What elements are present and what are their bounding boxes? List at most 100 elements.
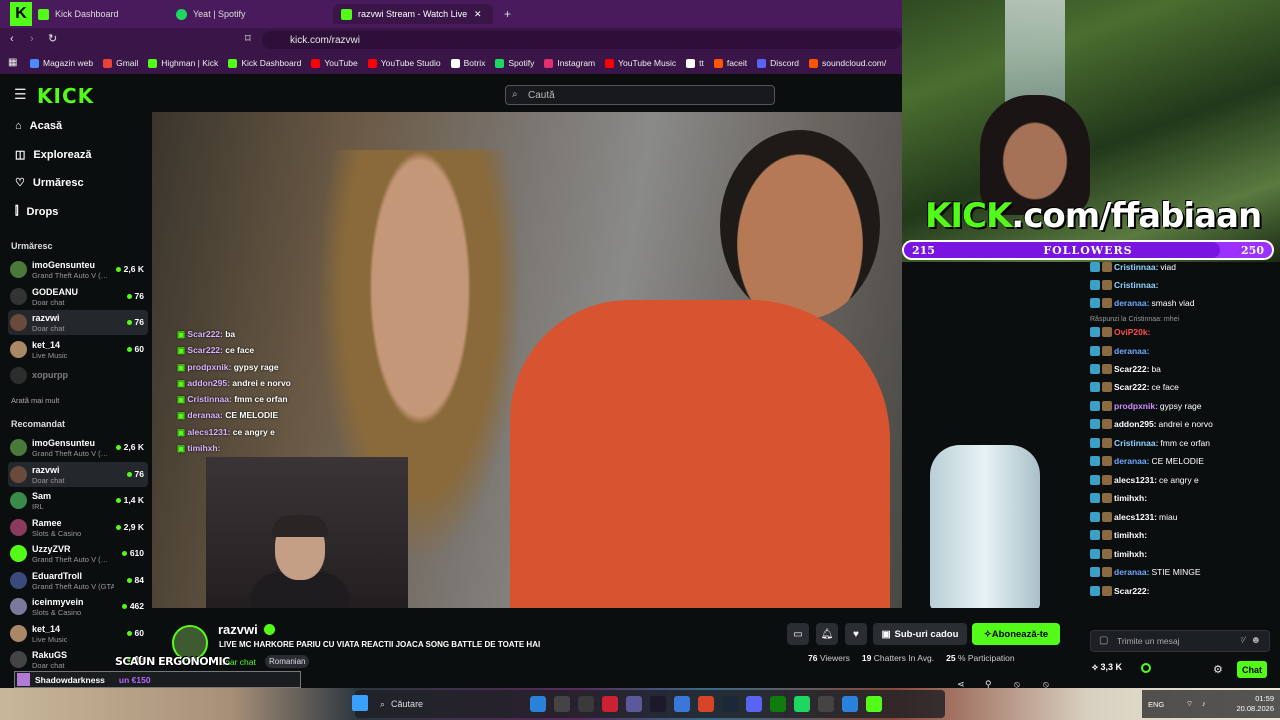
settings-gear-icon[interactable]: ⚙ bbox=[1213, 663, 1223, 676]
points-claim-icon[interactable] bbox=[1141, 663, 1151, 673]
obs-icon[interactable] bbox=[554, 696, 570, 712]
discord-icon[interactable] bbox=[626, 696, 642, 712]
channel-item[interactable]: razvwi Doar chat 76 bbox=[8, 310, 148, 335]
search-input[interactable]: ⌕ Caută bbox=[505, 85, 775, 105]
bookmark-item[interactable]: soundcloud.com/ bbox=[808, 58, 886, 68]
xbox-icon[interactable] bbox=[770, 696, 786, 712]
notification-bell-icon[interactable]: 🔔︎ bbox=[816, 623, 838, 645]
channel-item[interactable]: EduardTroll Grand Theft Auto V (GTA) 84 bbox=[8, 568, 148, 593]
show-more-link[interactable]: Arată mai mult bbox=[11, 396, 59, 405]
url-input[interactable]: kick.com/razvwi bbox=[262, 31, 902, 49]
channel-item[interactable]: Ramee Slots & Casino 2,9 K bbox=[8, 515, 148, 540]
wifi-icon[interactable]: ⌔ bbox=[1186, 699, 1193, 709]
channel-item[interactable]: ket_14 Live Music 60 bbox=[8, 621, 148, 646]
explorer-icon[interactable] bbox=[842, 696, 858, 712]
channel-item[interactable]: razvwi Doar chat 76 bbox=[8, 461, 148, 487]
channel-item[interactable]: Sam IRL 1,4 K bbox=[8, 488, 148, 513]
chat-username[interactable]: timihxh: bbox=[1114, 530, 1147, 540]
chat-username[interactable]: Cristinnaa: bbox=[1114, 438, 1158, 448]
channel-item[interactable]: UzzyZVR Grand Theft Auto V (… 610 bbox=[8, 541, 148, 566]
chat-username[interactable]: Scar222: bbox=[1114, 586, 1149, 596]
chat-username[interactable]: addon295: bbox=[1114, 419, 1157, 429]
bookmark-item[interactable]: Instagram bbox=[544, 58, 595, 68]
chat-username[interactable]: Cristinnaa: bbox=[1114, 280, 1158, 290]
nav-heart[interactable]: ♡ Urmăresc bbox=[15, 176, 84, 190]
nav-drops[interactable]: ⫿ Drops bbox=[15, 205, 58, 218]
chat-username[interactable]: timihxh: bbox=[1114, 493, 1147, 503]
bookmark-item[interactable]: YouTube bbox=[311, 58, 358, 68]
bookmark-item[interactable]: Spotify bbox=[495, 58, 534, 68]
new-tab-button[interactable]: + bbox=[496, 4, 519, 24]
gifter-badge-icon bbox=[1102, 586, 1112, 596]
chat-input[interactable]: ▢ Trimite un mesaj ⁷⁄ ☻ bbox=[1090, 630, 1270, 652]
chat-username[interactable]: deranaa: bbox=[1114, 346, 1149, 356]
language-indicator[interactable]: ENG bbox=[1148, 700, 1164, 709]
chat-username[interactable]: Cristinnaa: bbox=[1114, 262, 1158, 272]
apps-grid-icon[interactable]: ▦ bbox=[8, 57, 17, 68]
chat-send-button[interactable]: Chat bbox=[1237, 661, 1267, 678]
bookmark-item[interactable]: Botrix bbox=[450, 58, 485, 68]
channel-points[interactable]: ⟡ 3,3 K bbox=[1092, 662, 1122, 673]
tab-kick-dashboard[interactable]: Kick Dashboard bbox=[30, 4, 165, 24]
forward-icon[interactable]: › bbox=[30, 33, 34, 45]
bookmark-item[interactable]: YouTube Music bbox=[605, 58, 676, 68]
chat-username[interactable]: timihxh: bbox=[1114, 549, 1147, 559]
chat-username[interactable]: deranaa: bbox=[1114, 456, 1149, 466]
tab-razvwi-stream[interactable]: razvwi Stream - Watch Live on Kick ✕ bbox=[333, 4, 493, 24]
channel-item[interactable]: xopurpp bbox=[8, 363, 148, 388]
streamer-name[interactable]: razvwi bbox=[218, 622, 275, 637]
bookmark-item[interactable]: YouTube Studio bbox=[367, 58, 441, 68]
follow-heart-icon[interactable]: ♥ bbox=[845, 623, 867, 645]
gift-subs-button[interactable]: ▣ Sub-uri cadou bbox=[873, 623, 967, 645]
bookmark-item[interactable]: Kick Dashboard bbox=[228, 58, 301, 68]
kick-logo[interactable]: KICK bbox=[37, 84, 94, 108]
channel-item[interactable]: iceinmyvein Slots & Casino 462 bbox=[8, 594, 148, 619]
chat-username[interactable]: Scar222: bbox=[1114, 382, 1149, 392]
terminal-icon[interactable] bbox=[650, 696, 666, 712]
chat-username[interactable]: alecs1231: bbox=[1114, 512, 1157, 522]
windows-start-icon[interactable] bbox=[352, 695, 368, 711]
kick-app-icon[interactable] bbox=[866, 696, 882, 712]
volume-icon[interactable]: ♪ bbox=[1202, 699, 1206, 708]
channel-item[interactable]: imoGensunteu Grand Theft Auto V (… 2,6 K bbox=[8, 257, 148, 282]
pinned-app-icon[interactable] bbox=[698, 696, 714, 712]
theater-mode-icon[interactable]: ▭ bbox=[787, 623, 809, 645]
steam-icon[interactable] bbox=[578, 696, 594, 712]
menu-icon[interactable]: ☰ bbox=[14, 86, 27, 103]
stream-language-tag[interactable]: Romanian bbox=[265, 655, 310, 668]
bookmark-item[interactable]: Magazin web bbox=[30, 58, 93, 68]
discord-app-icon[interactable] bbox=[746, 696, 762, 712]
emoji-icon[interactable]: ☻ bbox=[1250, 635, 1261, 646]
reload-icon[interactable]: ↻ bbox=[48, 32, 57, 45]
bookmark-icon[interactable]: ⌑ bbox=[245, 32, 251, 45]
bookmark-item[interactable]: Discord bbox=[757, 58, 799, 68]
chat-username[interactable]: deranaa: bbox=[1114, 298, 1149, 308]
chat-username[interactable]: alecs1231: bbox=[1114, 475, 1157, 485]
nav-compass[interactable]: ◫ Explorează bbox=[15, 148, 92, 162]
back-icon[interactable]: ‹ bbox=[10, 33, 14, 45]
bookmark-item[interactable]: Highman | Kick bbox=[148, 58, 218, 68]
capcut-icon[interactable] bbox=[818, 696, 834, 712]
steam-client-icon[interactable] bbox=[722, 696, 738, 712]
chat-username[interactable]: prodpxnik: bbox=[1114, 401, 1158, 411]
chat-username[interactable]: deranaa: bbox=[1114, 567, 1149, 577]
emote-icon[interactable]: ⁷⁄ bbox=[1240, 635, 1245, 645]
channel-item[interactable]: GODEANU Doar chat 76 bbox=[8, 284, 148, 309]
chat-username[interactable]: OviP20k: bbox=[1114, 327, 1150, 337]
bookmark-item[interactable]: Gmail bbox=[103, 58, 138, 68]
channel-item[interactable]: ket_14 Live Music 60 bbox=[8, 337, 148, 362]
channel-item[interactable]: imoGensunteu Grand Theft Auto V (… 2,6 K bbox=[8, 435, 148, 460]
bookmark-item[interactable]: faceit bbox=[713, 58, 747, 68]
vscode-icon[interactable] bbox=[674, 696, 690, 712]
subscribe-button[interactable]: ✧ Abonează-te bbox=[972, 623, 1060, 645]
tab-spotify[interactable]: Yeat | Spotify bbox=[168, 4, 330, 24]
spotify-icon[interactable] bbox=[794, 696, 810, 712]
edge-icon[interactable] bbox=[530, 696, 546, 712]
bookmark-item[interactable]: tt bbox=[686, 58, 704, 68]
clock[interactable]: 01:59 20.08.2026 bbox=[1236, 694, 1274, 714]
taskbar-search[interactable]: ⌕ Căutare bbox=[380, 694, 500, 714]
close-tab-icon[interactable]: ✕ bbox=[474, 9, 482, 20]
chat-username[interactable]: Scar222: bbox=[1114, 364, 1149, 374]
nav-home[interactable]: ⌂ Acasă bbox=[15, 120, 62, 132]
brave-icon[interactable] bbox=[602, 696, 618, 712]
